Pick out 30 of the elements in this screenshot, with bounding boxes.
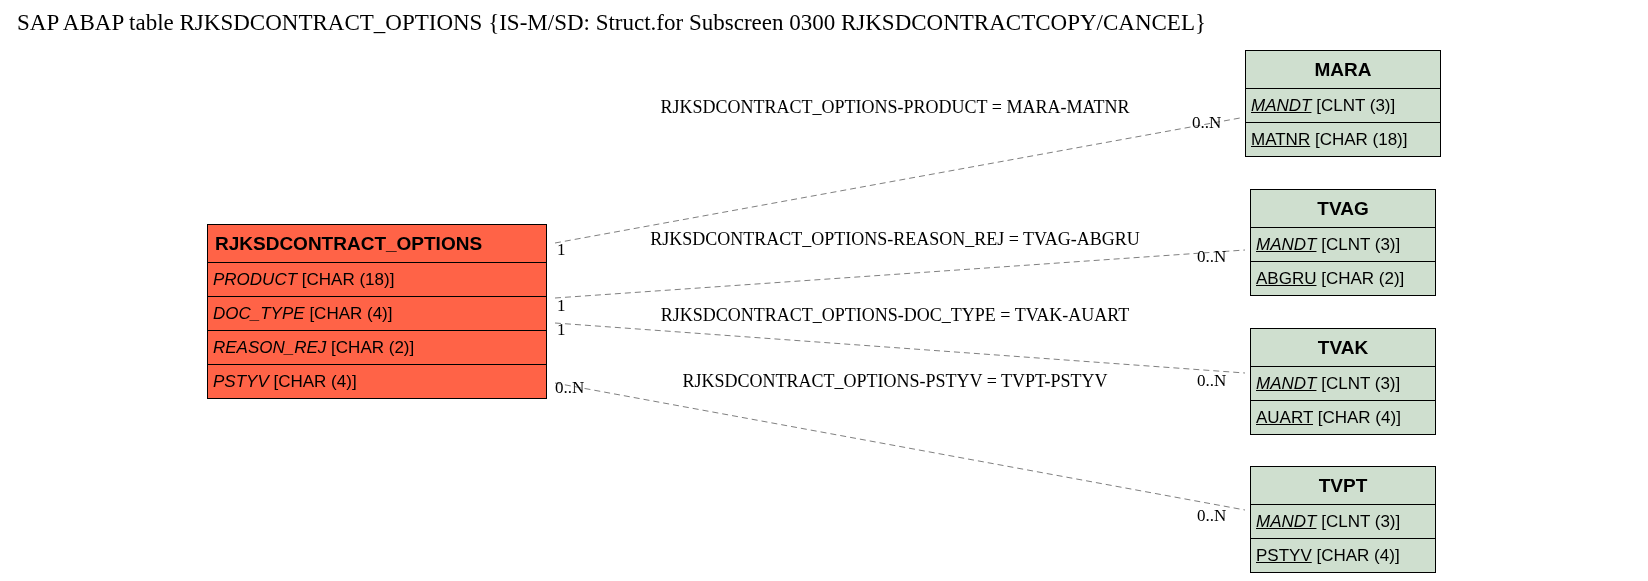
field-row-text: AUART [CHAR (4)] [1255,407,1402,429]
field-row: MANDT [CLNT (3)] [1246,89,1440,123]
relation-label: RJKSDCONTRACT_OPTIONS-PRODUCT = MARA-MATNR [660,97,1130,118]
field-row: DOC_TYPE [CHAR (4)] [208,297,546,331]
table-header: RJKSDCONTRACT_OPTIONS [208,225,546,263]
relation-label: RJKSDCONTRACT_OPTIONS-DOC_TYPE = TVAK-AUART [660,305,1130,326]
field-row-text: PSTYV [CHAR (4)] [1255,545,1401,567]
diagram-title: SAP ABAP table RJKSDCONTRACT_OPTIONS {IS-M/SD: Struct.for Subscreen 0300 RJKSDCONTRACTCOPY/CANCEL} [17,10,1206,36]
field-row-text: ABGRU [CHAR (2)] [1255,268,1406,290]
cardinality-label: 1 [557,240,566,260]
cardinality-label: 0..N [1197,371,1227,391]
cardinality-label: 0..N [555,378,585,398]
field-row: PRODUCT [CHAR (18)] [208,263,546,297]
field-row: MANDT [CLNT (3)] [1251,228,1435,262]
cardinality-label: 0..N [1197,247,1227,267]
field-row: MANDT [CLNT (3)] [1251,505,1435,539]
field-row: REASON_REJ [CHAR (2)] [208,331,546,365]
cardinality-label: 1 [557,320,566,340]
table-header: MARA [1246,51,1440,89]
field-row-text: PSTYV [CHAR (4)] [212,371,358,393]
table-header: TVPT [1251,467,1435,505]
table-header: TVAG [1251,190,1435,228]
field-row: MANDT [CLNT (3)] [1251,367,1435,401]
cardinality-label: 0..N [1192,113,1222,133]
relation-label: RJKSDCONTRACT_OPTIONS-REASON_REJ = TVAG-ABGRU [650,229,1140,250]
table-header: TVAK [1251,329,1435,367]
relation-label: RJKSDCONTRACT_OPTIONS-PSTYV = TVPT-PSTYV [682,371,1108,392]
cardinality-label: 0..N [1197,506,1227,526]
cardinality-label: 1 [557,296,566,316]
field-row-text: MATNR [CHAR (18)] [1250,129,1409,151]
